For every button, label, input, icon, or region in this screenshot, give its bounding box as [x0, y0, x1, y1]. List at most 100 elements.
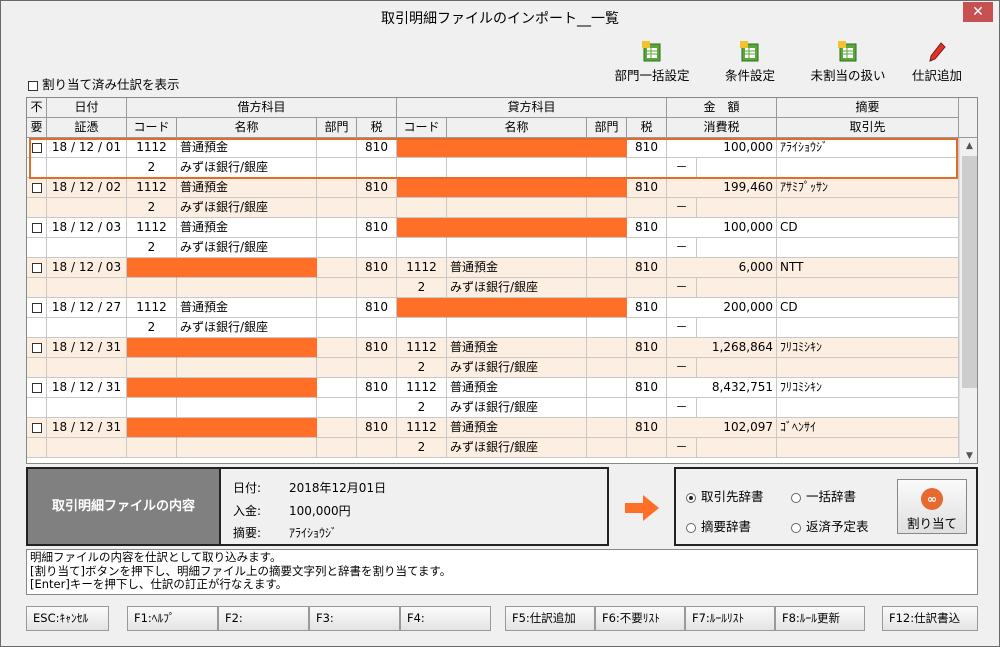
debit-tax-cell[interactable]: 810 [357, 378, 397, 398]
credit-tax-cell[interactable]: 810 [627, 178, 667, 198]
consumption-tax-cell[interactable]: － [667, 398, 697, 418]
unneeded-blank-cell[interactable] [27, 438, 47, 458]
date-cell[interactable]: 18 / 12 / 31 [47, 418, 127, 438]
debit-tax-cell[interactable]: 810 [357, 178, 397, 198]
debit-name-cell[interactable] [177, 378, 317, 398]
debit-sub-name-cell[interactable] [177, 438, 317, 458]
debit-code-cell[interactable]: 1112 [127, 218, 177, 238]
consumption-tax-cell[interactable]: － [667, 438, 697, 458]
unneeded-checkbox[interactable] [31, 262, 42, 273]
credit-sub-dept-cell[interactable] [587, 318, 627, 338]
debit-code-cell[interactable] [127, 338, 177, 358]
debit-sub-name-cell[interactable]: みずほ銀行/銀座 [177, 238, 317, 258]
debit-sub-tax-cell[interactable] [357, 238, 397, 258]
debit-sub-dept-cell[interactable] [317, 278, 357, 298]
debit-sub-dept-cell[interactable] [317, 438, 357, 458]
debit-code-cell[interactable]: 1112 [127, 178, 177, 198]
credit-sub-code-cell[interactable]: 2 [397, 438, 447, 458]
debit-code-cell[interactable]: 1112 [127, 298, 177, 318]
unneeded-blank-cell[interactable] [27, 278, 47, 298]
unneeded-checkbox[interactable] [31, 182, 42, 193]
credit-dept-cell[interactable] [587, 218, 627, 238]
radio-selected[interactable] [686, 492, 696, 503]
consumption-tax-value-cell[interactable] [697, 198, 777, 218]
unneeded-checkbox[interactable] [31, 382, 42, 393]
debit-sub-name-cell[interactable]: みずほ銀行/銀座 [177, 318, 317, 338]
date-cell[interactable]: 18 / 12 / 27 [47, 298, 127, 318]
credit-code-cell[interactable] [397, 298, 447, 318]
unneeded-blank-cell[interactable] [27, 238, 47, 258]
credit-dept-cell[interactable] [587, 298, 627, 318]
show-assigned-toggle[interactable]: 割り当て済み仕訳を表示 [28, 74, 180, 93]
voucher-cell[interactable] [47, 278, 127, 298]
credit-dept-cell[interactable] [587, 338, 627, 358]
credit-sub-code-cell[interactable]: 2 [397, 398, 447, 418]
consumption-tax-cell[interactable]: － [667, 278, 697, 298]
credit-sub-name-cell[interactable]: みずほ銀行/銀座 [447, 278, 587, 298]
add-entry-button[interactable]: 仕訳追加 [906, 41, 968, 87]
debit-dept-cell[interactable] [317, 218, 357, 238]
credit-sub-tax-cell[interactable] [627, 278, 667, 298]
amount-cell[interactable]: 100,000 [667, 218, 777, 238]
scroll-down-arrow-icon[interactable]: ▼ [960, 448, 977, 463]
debit-name-cell[interactable] [177, 258, 317, 278]
debit-sub-tax-cell[interactable] [357, 278, 397, 298]
summary-cell[interactable]: ｱｻﾐﾌﾟｯｻﾝ [777, 178, 959, 198]
amount-cell[interactable]: 199,460 [667, 178, 777, 198]
date-cell[interactable]: 18 / 12 / 31 [47, 378, 127, 398]
radio-unselected[interactable] [791, 492, 801, 503]
consumption-tax-value-cell[interactable] [697, 318, 777, 338]
partner-cell[interactable] [777, 198, 959, 218]
consumption-tax-value-cell[interactable] [697, 438, 777, 458]
unneeded-checkbox[interactable] [31, 342, 42, 353]
debit-sub-dept-cell[interactable] [317, 198, 357, 218]
unneeded-checkbox-cell[interactable] [27, 178, 47, 198]
credit-code-cell[interactable]: 1112 [397, 258, 447, 278]
unneeded-checkbox[interactable] [31, 222, 42, 233]
unneeded-blank-cell[interactable] [27, 198, 47, 218]
scroll-up-arrow-icon[interactable]: ▲ [960, 138, 977, 154]
voucher-cell[interactable] [47, 438, 127, 458]
debit-sub-dept-cell[interactable] [317, 398, 357, 418]
credit-sub-dept-cell[interactable] [587, 398, 627, 418]
assign-button[interactable]: ∞ 割り当て [897, 479, 967, 534]
credit-sub-code-cell[interactable]: 2 [397, 358, 447, 378]
consumption-tax-value-cell[interactable] [697, 238, 777, 258]
consumption-tax-cell[interactable]: － [667, 198, 697, 218]
consumption-tax-value-cell[interactable] [697, 398, 777, 418]
credit-sub-code-cell[interactable]: 2 [397, 278, 447, 298]
debit-sub-tax-cell[interactable] [357, 198, 397, 218]
radio-unselected[interactable] [686, 522, 696, 533]
credit-sub-tax-cell[interactable] [627, 438, 667, 458]
debit-sub-dept-cell[interactable] [317, 358, 357, 378]
fkey-f5-add-entry[interactable]: F5:仕訳追加 [505, 606, 595, 631]
debit-dept-cell[interactable] [317, 178, 357, 198]
credit-sub-name-cell[interactable] [447, 198, 587, 218]
credit-name-cell[interactable]: 普通預金 [447, 378, 587, 398]
amount-cell[interactable]: 200,000 [667, 298, 777, 318]
debit-tax-cell[interactable]: 810 [357, 418, 397, 438]
debit-code-cell[interactable] [127, 378, 177, 398]
fkey-f1-help[interactable]: F1:ﾍﾙﾌﾟ [127, 606, 218, 631]
fkey-f7-rule-list[interactable]: F7:ﾙｰﾙﾘｽﾄ [685, 606, 775, 631]
credit-name-cell[interactable] [447, 218, 587, 238]
credit-sub-code-cell[interactable] [397, 318, 447, 338]
amount-cell[interactable]: 102,097 [667, 418, 777, 438]
voucher-cell[interactable] [47, 358, 127, 378]
debit-name-cell[interactable]: 普通預金 [177, 178, 317, 198]
voucher-cell[interactable] [47, 318, 127, 338]
amount-cell[interactable]: 6,000 [667, 258, 777, 278]
credit-code-cell[interactable]: 1112 [397, 418, 447, 438]
debit-sub-name-cell[interactable] [177, 358, 317, 378]
unneeded-checkbox-cell[interactable] [27, 378, 47, 398]
credit-dept-cell[interactable] [587, 258, 627, 278]
credit-sub-tax-cell[interactable] [627, 198, 667, 218]
date-cell[interactable]: 18 / 12 / 31 [47, 338, 127, 358]
fkey-f8-rule-update[interactable]: F8:ﾙｰﾙ更新 [775, 606, 865, 631]
debit-sub-code-cell[interactable] [127, 358, 177, 378]
unneeded-checkbox-cell[interactable] [27, 298, 47, 318]
unneeded-blank-cell[interactable] [27, 358, 47, 378]
voucher-cell[interactable] [47, 238, 127, 258]
debit-name-cell[interactable] [177, 418, 317, 438]
credit-name-cell[interactable] [447, 178, 587, 198]
